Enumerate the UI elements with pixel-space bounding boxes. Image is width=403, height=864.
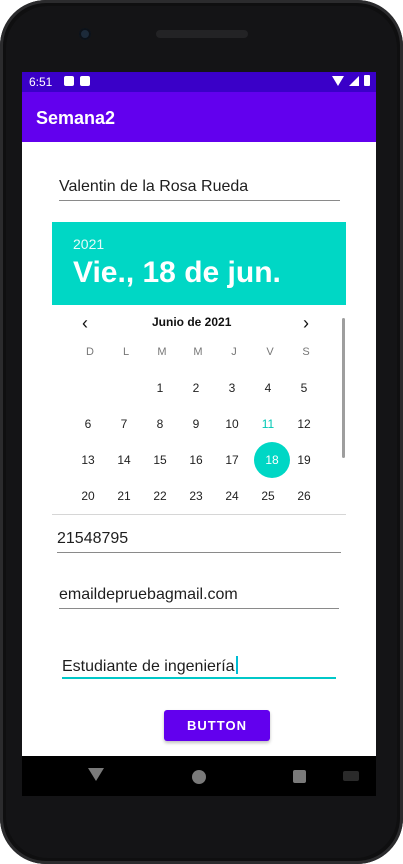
- weekday-label: J: [231, 346, 237, 358]
- calendar-day[interactable]: 14: [112, 448, 136, 472]
- calendar-day[interactable]: 9: [184, 412, 208, 436]
- chevron-left-icon[interactable]: ‹: [82, 313, 88, 334]
- weekday-label: D: [86, 346, 94, 358]
- calendar-day-selected[interactable]: 18: [260, 448, 284, 472]
- home-icon[interactable]: [192, 770, 206, 784]
- calendar-day[interactable]: 15: [148, 448, 172, 472]
- calendar-day[interactable]: 16: [184, 448, 208, 472]
- date-picker-header: 2021 Vie., 18 de jun.: [52, 222, 346, 305]
- sd-card-icon: [80, 76, 90, 86]
- system-nav-bar: [22, 756, 376, 796]
- app-bar: Semana2: [22, 92, 376, 142]
- calendar-day[interactable]: 3: [220, 376, 244, 400]
- weekday-label: M: [157, 346, 167, 358]
- status-bar: 6:51: [22, 72, 376, 92]
- device-screen: 6:51 Semana2 Valentin de la Rosa Rueda 2…: [22, 72, 376, 756]
- text-cursor: [235, 656, 238, 674]
- calendar-day[interactable]: 2: [184, 376, 208, 400]
- weekday-label: L: [122, 346, 130, 358]
- recent-apps-icon[interactable]: [293, 770, 306, 783]
- id-field-underline: [57, 552, 341, 553]
- calendar-day[interactable]: 24: [220, 484, 244, 508]
- calendar-day[interactable]: 7: [112, 412, 136, 436]
- wifi-icon: [332, 75, 344, 86]
- weekday-label: M: [193, 346, 203, 358]
- calendar-day[interactable]: [76, 376, 100, 400]
- calendar-day[interactable]: 8: [148, 412, 172, 436]
- status-time: 6:51: [29, 75, 53, 89]
- id-field[interactable]: 21548795: [57, 530, 128, 548]
- occupation-field[interactable]: Estudiante de ingeniería: [62, 656, 238, 676]
- notification-icon: [64, 76, 74, 86]
- calendar-day[interactable]: 26: [292, 484, 316, 508]
- calendar-day[interactable]: 17: [220, 448, 244, 472]
- submit-button[interactable]: BUTTON: [164, 710, 270, 741]
- calendar-day[interactable]: [112, 376, 136, 400]
- weekday-label: S: [302, 346, 310, 358]
- status-system-icons: [332, 75, 370, 86]
- calendar-day[interactable]: 4: [256, 376, 280, 400]
- name-field-underline: [59, 200, 340, 201]
- name-field[interactable]: Valentin de la Rosa Rueda: [59, 178, 248, 196]
- occupation-field-underline: [62, 677, 336, 679]
- earpiece-speaker: [156, 30, 248, 38]
- calendar-day[interactable]: 10: [220, 412, 244, 436]
- selected-date: Vie., 18 de jun.: [73, 256, 281, 289]
- calendar-day[interactable]: 19: [292, 448, 316, 472]
- calendar-day[interactable]: 1: [148, 376, 172, 400]
- selected-year[interactable]: 2021: [73, 236, 104, 252]
- calendar-day[interactable]: 22: [148, 484, 172, 508]
- calendar-day[interactable]: 12: [292, 412, 316, 436]
- calendar-day[interactable]: 13: [76, 448, 100, 472]
- calendar-scrollbar[interactable]: [342, 318, 345, 458]
- calendar-day[interactable]: 25: [256, 484, 280, 508]
- email-field-underline: [59, 608, 339, 609]
- chevron-right-icon[interactable]: ›: [303, 313, 309, 334]
- calendar-day[interactable]: 21: [112, 484, 136, 508]
- calendar-day-today[interactable]: 11: [256, 412, 280, 436]
- app-title: Semana2: [36, 108, 116, 128]
- signal-icon: [349, 75, 359, 86]
- calendar-day[interactable]: 6: [76, 412, 100, 436]
- calendar-day[interactable]: 20: [76, 484, 100, 508]
- month-navigation: ‹ Junio de 2021 ›: [52, 305, 346, 339]
- back-icon[interactable]: [88, 768, 104, 781]
- email-field[interactable]: emaildepruebagmail.com: [59, 586, 238, 604]
- keyboard-icon[interactable]: [343, 771, 359, 781]
- front-camera-icon: [79, 28, 91, 40]
- status-notification-icons: [64, 76, 90, 86]
- calendar-divider: [52, 514, 346, 515]
- date-picker: 2021 Vie., 18 de jun. ‹ Junio de 2021 › …: [52, 222, 346, 516]
- battery-icon: [364, 75, 370, 86]
- calendar-day[interactable]: 23: [184, 484, 208, 508]
- weekday-label: V: [266, 346, 274, 358]
- month-label: Junio de 2021: [152, 315, 232, 329]
- occupation-text: Estudiante de ingeniería: [62, 658, 235, 675]
- calendar-day[interactable]: 5: [292, 376, 316, 400]
